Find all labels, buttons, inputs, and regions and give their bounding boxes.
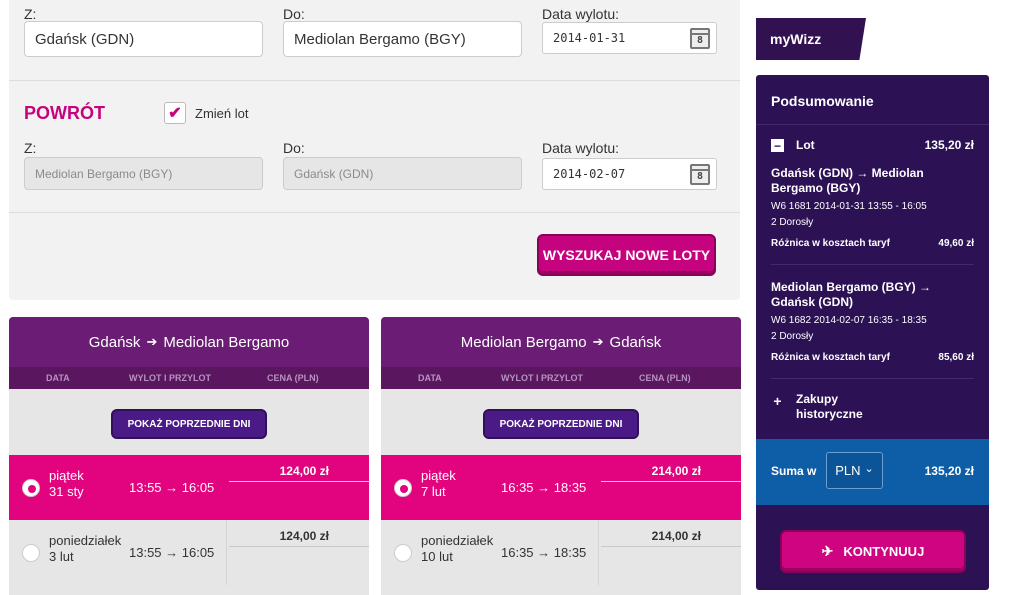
currency-value: PLN	[835, 463, 861, 478]
continue-button-label: KONTYNUUJ	[843, 544, 925, 559]
change-flight-checkbox[interactable]: ✔	[164, 102, 186, 124]
flight-day: poniedziałek	[49, 533, 122, 548]
return-date-label: Data wylotu:	[542, 140, 620, 156]
column-headers: DATA WYLOT I PRZYLOT CENA (PLN)	[9, 367, 369, 389]
sum-label: Suma w	[771, 464, 817, 478]
col-header-price: CENA (PLN)	[639, 373, 691, 383]
flight-times: 16:35 → 18:35	[501, 545, 587, 560]
history-purchases-label[interactable]: Zakupy historyczne	[796, 392, 886, 422]
calendar-icon[interactable]: 8	[690, 164, 710, 185]
flight-section-label: Lot	[796, 138, 815, 152]
leg-fare-diff-label: Różnica w kosztach taryf	[771, 352, 890, 363]
change-flight-label: Zmień lot	[195, 106, 249, 121]
arrow-right-icon: ➔	[146, 334, 158, 349]
summary-title: Podsumowanie	[756, 75, 989, 125]
search-new-flights-button[interactable]: WYSZUKAJ NOWE LOTY	[537, 234, 716, 276]
column-headers: DATA WYLOT I PRZYLOT CENA (PLN)	[381, 367, 741, 389]
flight-date: 10 lut	[421, 549, 453, 564]
outbound-origin: Gdańsk	[88, 333, 141, 351]
outbound-flights-column: Gdańsk ➔ Mediolan Bergamo DATA WYLOT I P…	[9, 317, 369, 595]
leg-passengers: 2 Dorosły	[771, 217, 814, 228]
flight-price: 124,00 zł	[279, 464, 329, 478]
col-header-times: WYLOT I PRZYLOT	[501, 373, 583, 383]
arrow-right-icon: ➔	[592, 334, 604, 349]
col-header-date: DATA	[46, 373, 70, 383]
return-date-value: 2014-02-07	[553, 167, 626, 181]
leg-fare-diff-value: 49,60 zł	[938, 238, 974, 249]
outbound-column-header: Gdańsk ➔ Mediolan Bergamo	[9, 317, 369, 367]
chevron-down-icon: ⌄	[864, 463, 874, 475]
return-origin: Mediolan Bergamo	[460, 333, 587, 351]
flight-radio[interactable]	[22, 544, 40, 562]
leg-flight-info: W6 1681 2014-01-31 13:55 - 16:05	[771, 201, 927, 212]
leg-fare-diff-label: Różnica w kosztach taryf	[771, 238, 890, 249]
summary-total-bar: Suma w PLN ⌄ 135,20 zł	[756, 439, 989, 505]
flight-day: piątek	[49, 468, 84, 483]
checkmark-icon: ✔	[168, 105, 182, 122]
return-to-label: Do:	[283, 140, 305, 156]
flight-radio[interactable]	[22, 479, 40, 497]
flight-day: piątek	[421, 468, 456, 483]
return-flights-column: Mediolan Bergamo ➔ Gdańsk DATA WYLOT I P…	[381, 317, 741, 595]
leg-flight-info: W6 1682 2014-02-07 16:35 - 18:35	[771, 315, 927, 326]
sum-value: 135,20 zł	[924, 464, 974, 478]
flight-row[interactable]: piątek 31 sty 13:55 → 16:05 124,00 zł	[9, 455, 369, 520]
continue-button[interactable]: ✈ KONTYNUUJ	[780, 530, 966, 573]
currency-select[interactable]: PLN ⌄	[826, 452, 883, 489]
col-header-times: WYLOT I PRZYLOT	[129, 373, 211, 383]
mywizz-tab[interactable]: myWizz	[756, 18, 866, 60]
flight-total: 135,20 zł	[924, 138, 974, 152]
outbound-date-value: 2014-01-31	[553, 31, 626, 45]
return-title: POWRÓT	[24, 103, 105, 123]
leg-route: Mediolan Bergamo (BGY) → Gdańsk (GDN)	[771, 280, 932, 309]
form-divider	[9, 212, 740, 213]
flight-radio[interactable]	[394, 479, 412, 497]
expand-icon[interactable]: +	[771, 394, 784, 408]
col-header-date: DATA	[418, 373, 442, 383]
show-previous-days-button[interactable]: POKAŻ POPRZEDNIE DNI	[483, 409, 639, 439]
flight-times: 13:55 → 16:05	[129, 545, 215, 560]
flight-times: 13:55 → 16:05	[129, 480, 215, 495]
col-header-price: CENA (PLN)	[267, 373, 319, 383]
return-to-input: Gdańsk (GDN)	[283, 157, 522, 190]
booking-page: Z: Gdańsk (GDN) Do: Mediolan Bergamo (BG…	[0, 0, 1017, 595]
flight-radio[interactable]	[394, 544, 412, 562]
price-divider	[229, 481, 369, 482]
outbound-from-label: Z:	[24, 6, 37, 22]
leg-route: Gdańsk (GDN) → Mediolan Bergamo (BGY)	[771, 166, 924, 195]
flight-row[interactable]: poniedziałek 10 lut 16:35 → 18:35 214,00 …	[381, 520, 741, 585]
return-destination: Gdańsk	[609, 333, 662, 351]
leg-fare-diff-value: 85,60 zł	[938, 352, 974, 363]
outbound-from-input[interactable]: Gdańsk (GDN)	[24, 21, 263, 57]
flight-price: 214,00 zł	[651, 529, 701, 543]
leg-passengers: 2 Dorosły	[771, 331, 814, 342]
calendar-icon[interactable]: 8	[690, 28, 710, 49]
outbound-date-input[interactable]: 2014-01-31 8	[542, 22, 717, 54]
price-divider	[601, 546, 741, 547]
flight-row[interactable]: poniedziałek 3 lut 13:55 → 16:05 124,00 z…	[9, 520, 369, 585]
flight-day: poniedziałek	[421, 533, 494, 548]
flight-times: 16:35 → 18:35	[501, 480, 587, 495]
flight-row[interactable]: piątek 7 lut 16:35 → 18:35 214,00 zł	[381, 455, 741, 520]
price-divider	[229, 546, 369, 547]
return-date-input[interactable]: 2014-02-07 8	[542, 158, 717, 190]
flight-date: 7 lut	[421, 484, 446, 499]
summary-panel: Podsumowanie − Lot 135,20 zł Gdańsk (GDN…	[756, 75, 989, 590]
return-from-input: Mediolan Bergamo (BGY)	[24, 157, 263, 190]
plane-icon: ✈	[821, 543, 834, 559]
collapse-icon[interactable]: −	[771, 139, 784, 152]
outbound-date-label: Data wylotu:	[542, 6, 620, 22]
price-divider	[601, 481, 741, 482]
flight-date: 31 sty	[49, 484, 84, 499]
outbound-to-label: Do:	[283, 6, 305, 22]
outbound-to-input[interactable]: Mediolan Bergamo (BGY)	[283, 21, 522, 57]
form-divider	[9, 80, 740, 81]
return-from-label: Z:	[24, 140, 37, 156]
flight-price: 124,00 zł	[279, 529, 329, 543]
return-column-header: Mediolan Bergamo ➔ Gdańsk	[381, 317, 741, 367]
flight-date: 3 lut	[49, 549, 74, 564]
show-previous-days-button[interactable]: POKAŻ POPRZEDNIE DNI	[111, 409, 267, 439]
flight-price: 214,00 zł	[651, 464, 701, 478]
outbound-destination: Mediolan Bergamo	[163, 333, 290, 351]
